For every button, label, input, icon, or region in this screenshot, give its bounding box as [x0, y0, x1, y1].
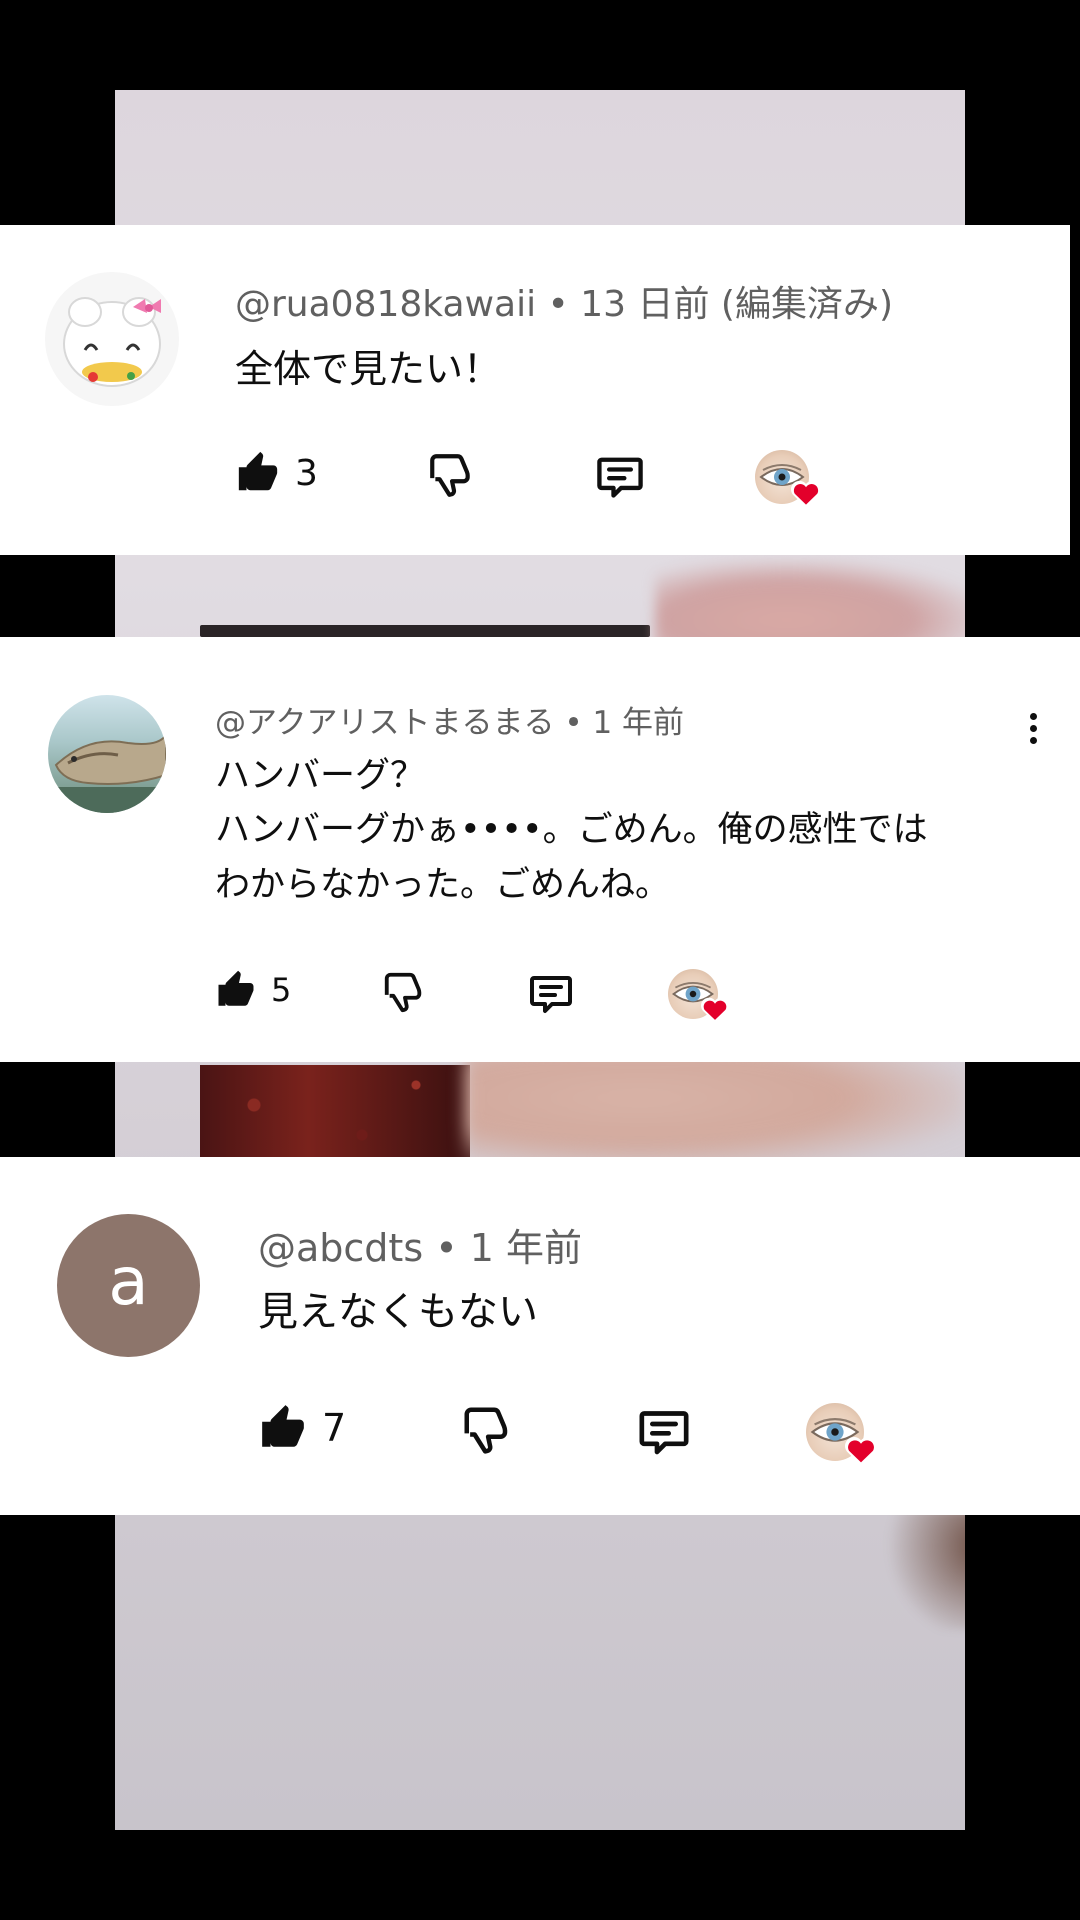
- reply-icon: [597, 457, 643, 498]
- video-finger: [465, 1050, 965, 1170]
- meta-separator: •: [435, 1226, 458, 1270]
- comment-meta: @アクアリストまるまる • 1 年前: [215, 697, 684, 742]
- comment-meta: @rua0818kawaii • 13 日前 (編集済み): [235, 275, 893, 327]
- reply-button[interactable]: [594, 450, 646, 502]
- thumbs-up-icon: [262, 1405, 304, 1447]
- dislike-button[interactable]: [381, 969, 427, 1015]
- more-vert-icon-dot: [1030, 725, 1037, 732]
- avatar-letter: a: [108, 1243, 149, 1320]
- comment-meta: @abcdts • 1 年前: [258, 1217, 582, 1272]
- like-button[interactable]: 5: [215, 969, 291, 1011]
- video-object: [200, 625, 650, 637]
- thumbs-up-icon: [218, 970, 254, 1006]
- dislike-button[interactable]: [460, 1403, 514, 1457]
- more-vert-icon-dot: [1030, 737, 1037, 744]
- reply-button[interactable]: [636, 1403, 692, 1459]
- video-fabric: [200, 1065, 470, 1165]
- comment-text: 見えなくもない: [258, 1289, 538, 1335]
- more-options-button[interactable]: [1030, 713, 1037, 744]
- comment-time[interactable]: 1 年前: [592, 705, 684, 741]
- comment-card: @rua0818kawaii • 13 日前 (編集済み) 全体で見たい！ 3: [0, 225, 1070, 555]
- video-finger: [875, 1510, 965, 1630]
- creator-heart: [668, 969, 736, 1025]
- thumbs-down-icon: [464, 1407, 508, 1454]
- thumbs-down-icon: [430, 454, 470, 497]
- avatar[interactable]: [45, 272, 179, 406]
- like-count: 3: [295, 452, 318, 494]
- like-button[interactable]: 3: [235, 450, 318, 496]
- avatar[interactable]: [48, 695, 166, 813]
- thumbs-down-icon: [384, 972, 422, 1013]
- dislike-button[interactable]: [426, 450, 476, 500]
- like-button[interactable]: 7: [258, 1403, 346, 1453]
- heart-icon: [845, 1437, 877, 1466]
- heart-icon: [791, 480, 821, 508]
- reply-icon: [639, 1411, 689, 1455]
- creator-heart: [755, 450, 827, 510]
- comment-card: a @abcdts • 1 年前 見えなくもない 7: [0, 1157, 1080, 1515]
- comment-author[interactable]: @abcdts: [258, 1226, 423, 1270]
- more-vert-icon-dot: [1030, 713, 1037, 720]
- comment-author[interactable]: @アクアリストまるまる: [215, 705, 554, 741]
- thumbs-up-icon: [238, 451, 278, 491]
- like-count: 7: [322, 1406, 347, 1450]
- cartoon-character-avatar-icon: [63, 297, 161, 387]
- crocodile-photo-avatar-icon: [48, 733, 166, 813]
- reply-icon: [530, 976, 572, 1013]
- comment-text: 全体で見たい！: [235, 347, 502, 391]
- like-count: 5: [271, 971, 292, 1009]
- meta-separator: •: [564, 705, 583, 741]
- comment-text: ハンバーグ？ ハンバーグかぁ••••。ごめん。俺の感性では わからなかった。ごめ…: [215, 756, 928, 905]
- creator-heart: [806, 1403, 882, 1467]
- avatar[interactable]: a: [57, 1214, 200, 1357]
- meta-separator: •: [547, 284, 569, 325]
- comment-author[interactable]: @rua0818kawaii: [235, 284, 536, 325]
- comment-time[interactable]: 13 日前 (編集済み): [580, 284, 893, 325]
- heart-icon: [701, 997, 729, 1023]
- comment-time[interactable]: 1 年前: [470, 1226, 582, 1270]
- comment-card: @アクアリストまるまる • 1 年前 ハンバーグ？ ハンバーグかぁ••••。ごめ…: [0, 637, 1080, 1062]
- reply-button[interactable]: [527, 969, 575, 1017]
